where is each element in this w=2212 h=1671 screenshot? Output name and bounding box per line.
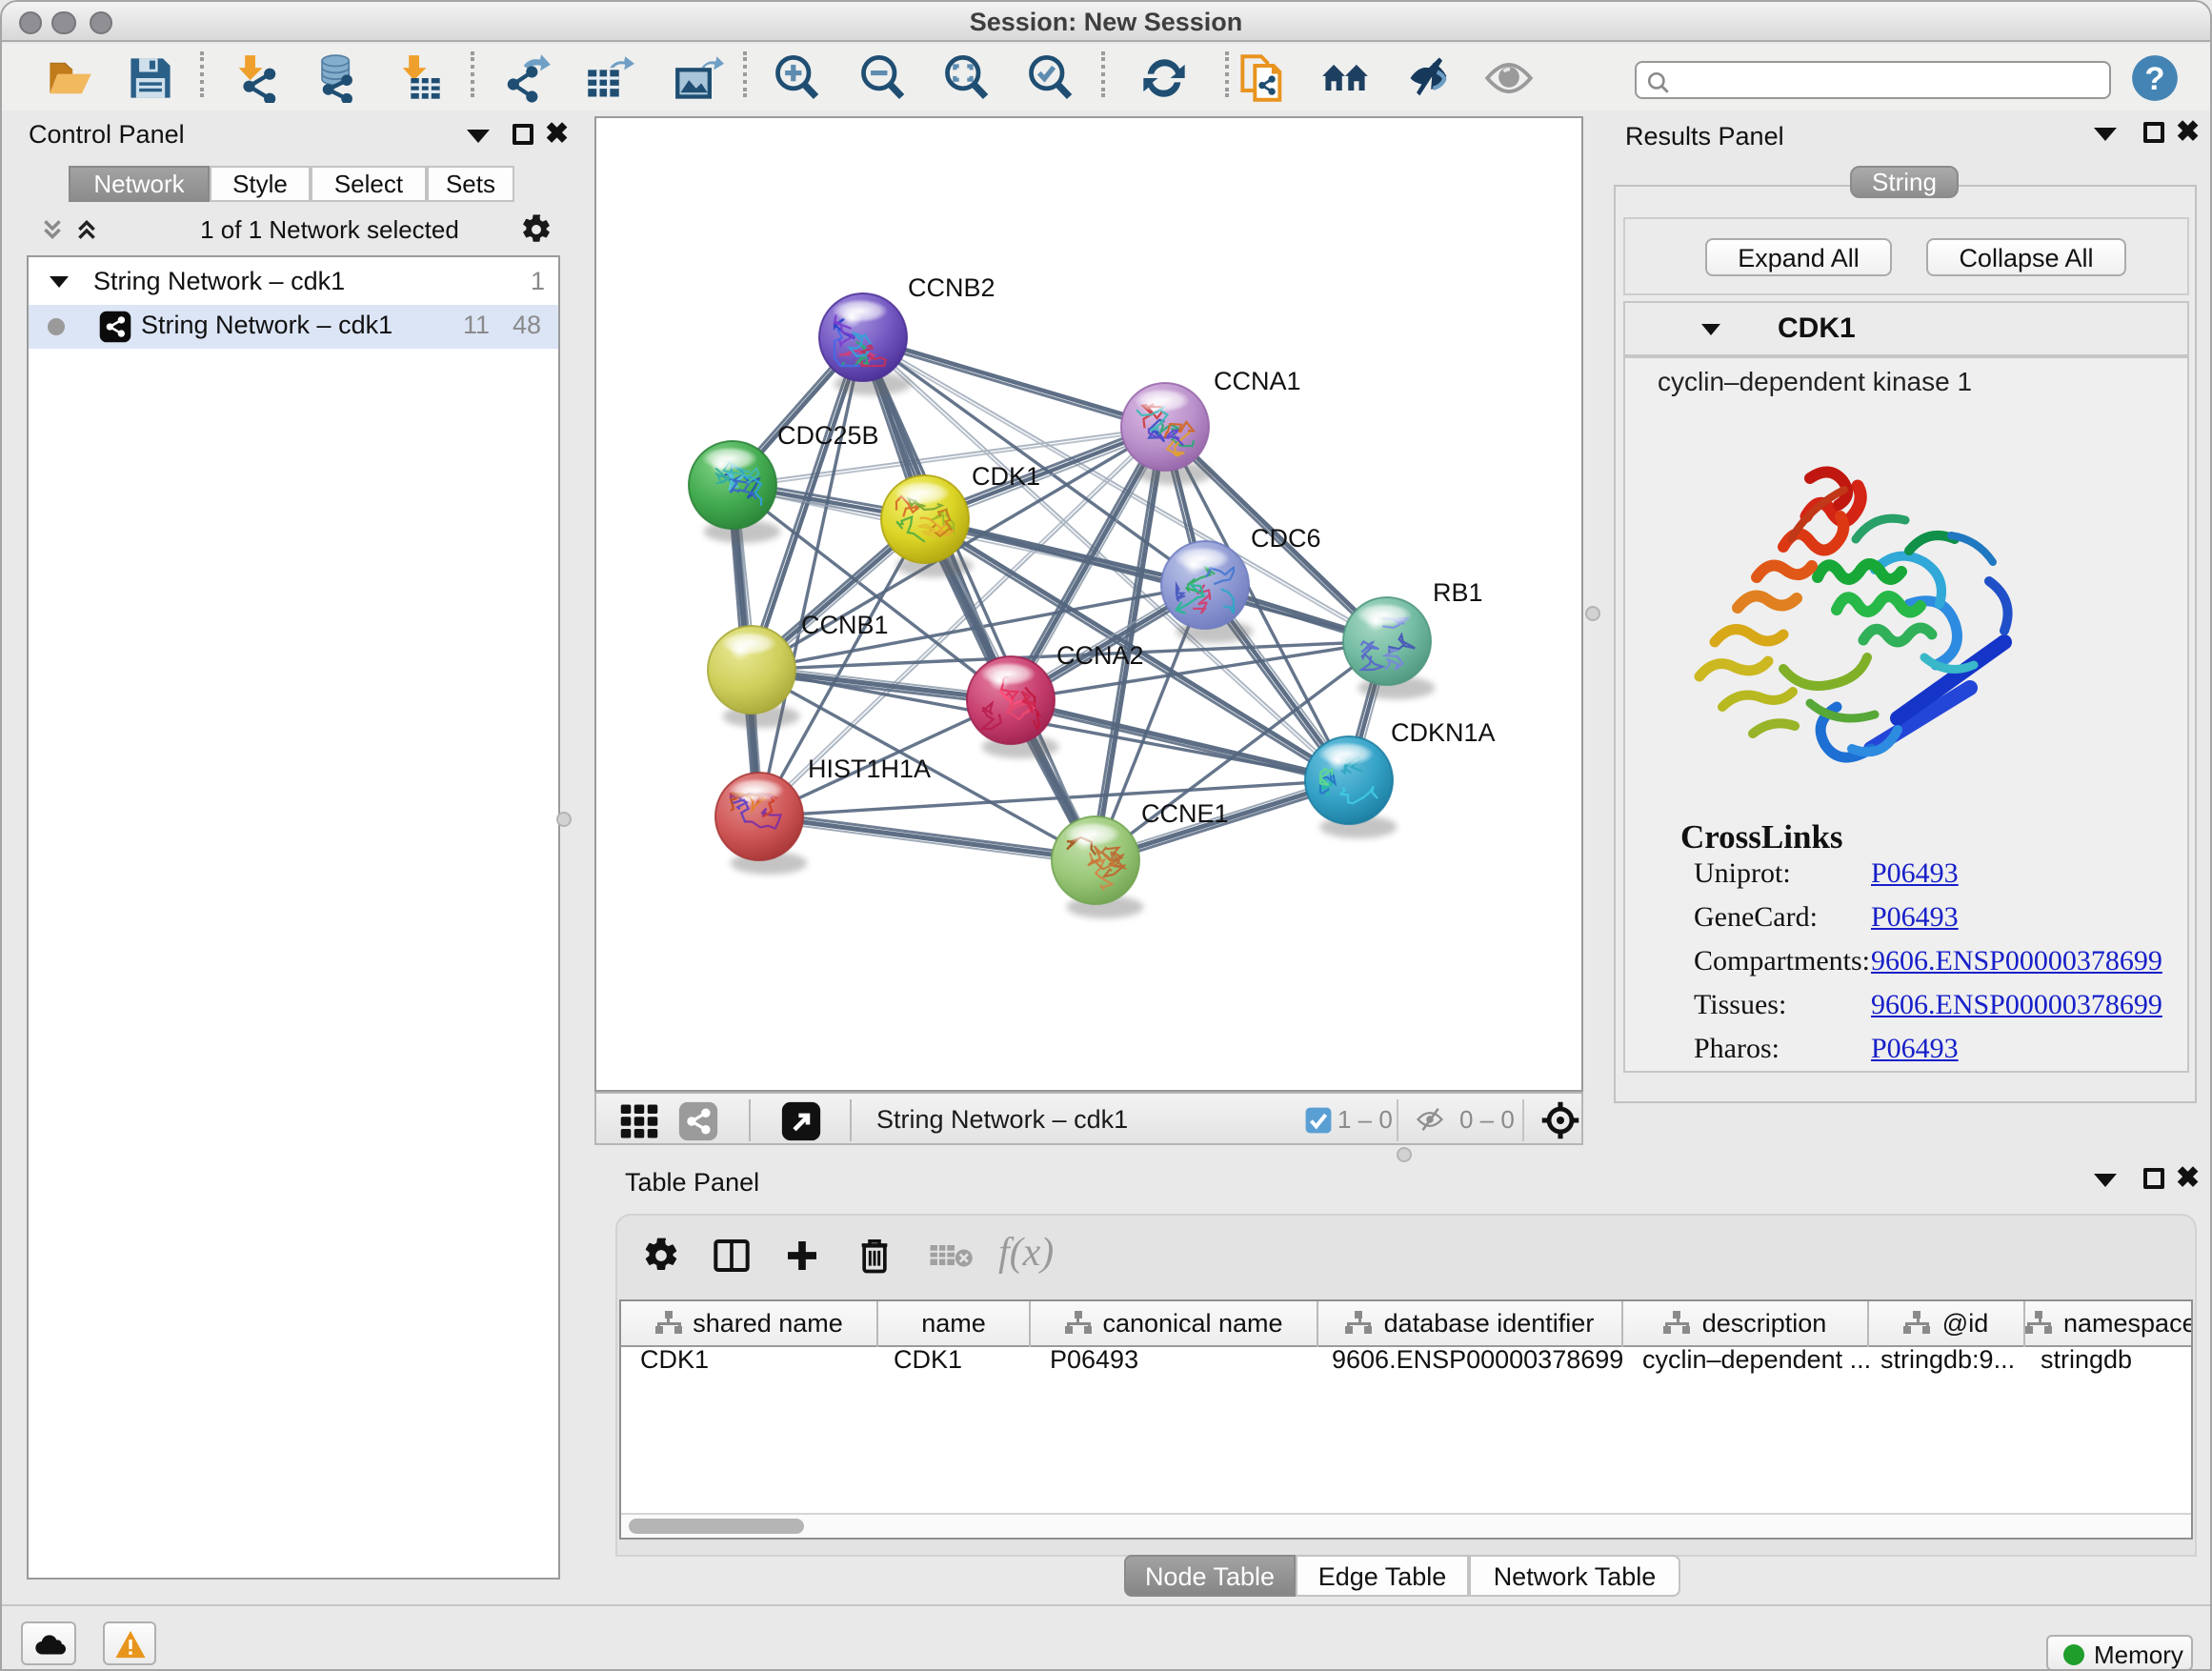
svg-text:?: ?	[2144, 61, 2164, 97]
svg-text:CCNB1: CCNB1	[801, 611, 889, 639]
svg-text:CDC6: CDC6	[1251, 524, 1321, 553]
svg-text:CCNB2: CCNB2	[908, 273, 995, 302]
svg-text:CCNA1: CCNA1	[1214, 367, 1301, 395]
svg-text:CDKN1A: CDKN1A	[1391, 718, 1496, 747]
svg-text:RB1: RB1	[1433, 578, 1483, 607]
svg-text:CCNA2: CCNA2	[1056, 641, 1144, 670]
svg-text:CDC25B: CDC25B	[777, 421, 879, 450]
svg-text:CCNE1: CCNE1	[1141, 799, 1229, 828]
svg-text:HIST1H1A: HIST1H1A	[808, 755, 931, 783]
svg-text:CDK1: CDK1	[972, 462, 1040, 491]
